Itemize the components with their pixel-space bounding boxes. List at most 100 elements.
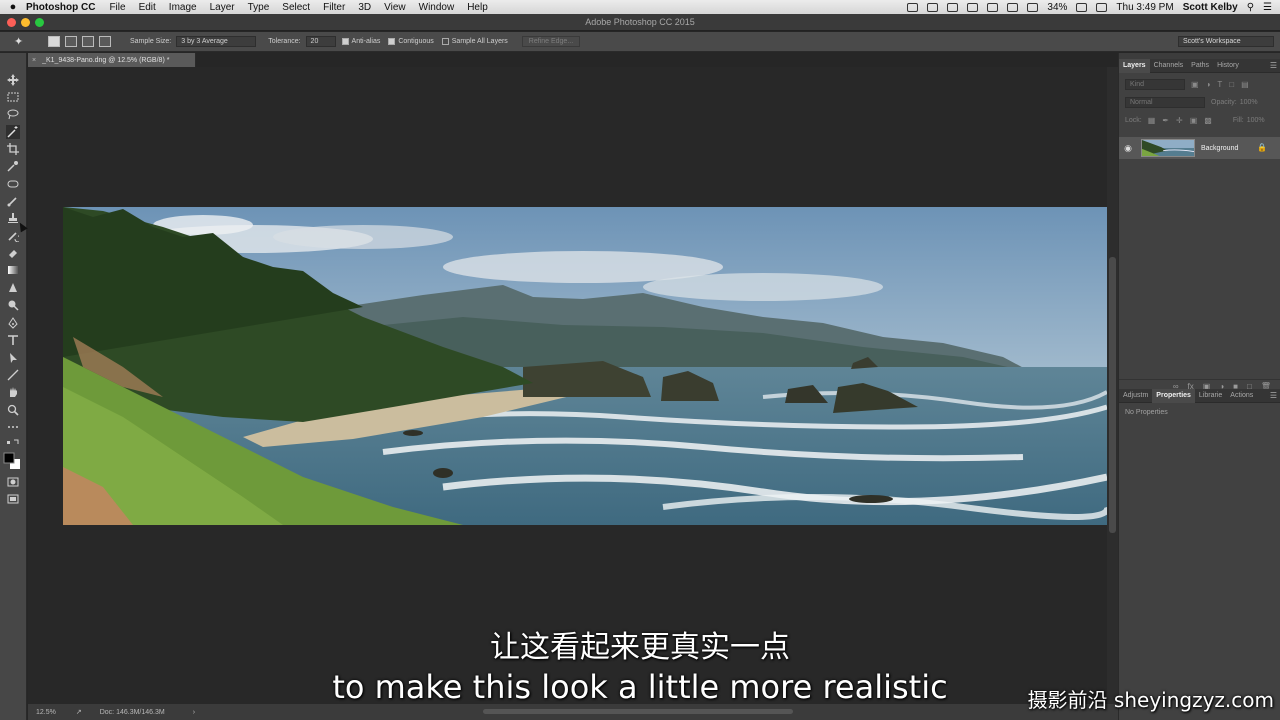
fill-value[interactable]: 100% <box>1247 117 1265 124</box>
sample-size-dropdown[interactable]: 3 by 3 Average <box>176 36 257 47</box>
move-tool-icon[interactable] <box>6 73 20 87</box>
menu-edit[interactable]: Edit <box>139 2 156 13</box>
filter-pixel-icon[interactable]: ▣ <box>1191 80 1199 89</box>
filter-kind-dropdown[interactable]: Kind <box>1125 78 1185 90</box>
doc-size[interactable]: Doc: 146.3M/146.3M <box>100 709 165 716</box>
line-tool-icon[interactable] <box>6 368 20 382</box>
document-tab[interactable]: × _K1_9438-Pano.dng @ 12.5% (RGB/8) * <box>28 53 196 67</box>
menu-filter[interactable]: Filter <box>323 2 345 13</box>
menu-image[interactable]: Image <box>169 2 197 13</box>
app-menu[interactable]: Photoshop CC <box>26 2 95 13</box>
layer-name[interactable]: Background <box>1201 145 1238 152</box>
layer-row-background[interactable]: ◉ Background 🔒 <box>1119 137 1280 159</box>
tab-layers[interactable]: Layers <box>1119 58 1150 73</box>
properties-menu-icon[interactable]: ☰ <box>1270 391 1277 400</box>
menu-window[interactable]: Window <box>419 2 455 13</box>
apple-icon[interactable]: ● <box>0 1 26 13</box>
new-selection-button[interactable] <box>48 36 60 47</box>
share-icon[interactable]: ↗ <box>76 708 82 716</box>
sample-all-layers-checkbox[interactable] <box>441 38 449 45</box>
document-canvas[interactable] <box>28 67 1107 704</box>
horizontal-scroll-thumb[interactable] <box>483 709 793 714</box>
foreground-background-color-icon[interactable] <box>3 452 21 470</box>
magic-wand-tool-icon[interactable] <box>6 125 20 139</box>
marquee-tool-icon[interactable] <box>6 90 20 104</box>
pen-tool-icon[interactable] <box>6 316 20 330</box>
eyedropper-tool-icon[interactable] <box>6 159 20 173</box>
swap-colors-icon[interactable] <box>6 437 20 451</box>
workspace-dropdown[interactable]: Scott's Workspace <box>1178 36 1274 47</box>
battery-percent[interactable]: 34% <box>1047 2 1067 13</box>
add-selection-button[interactable] <box>65 36 77 47</box>
list-icon[interactable]: ☰ <box>1263 2 1272 13</box>
time-machine-icon[interactable] <box>987 2 999 12</box>
lock-transparent-icon[interactable]: ▦ <box>1148 116 1156 125</box>
canvas-vertical-scrollbar[interactable] <box>1107 67 1118 704</box>
tab-adjustments[interactable]: Adjustm <box>1119 389 1152 403</box>
filter-adjustment-icon[interactable]: ◑ <box>1206 80 1211 89</box>
dropbox-icon[interactable] <box>947 2 959 12</box>
subtract-selection-button[interactable] <box>82 36 94 47</box>
intersect-selection-button[interactable] <box>99 36 111 47</box>
zoom-level[interactable]: 12.5% <box>36 709 56 716</box>
menu-clock[interactable]: Thu 3:49 PM <box>1116 2 1173 13</box>
panorama-image[interactable] <box>63 207 1107 525</box>
panel-menu-icon[interactable]: ☰ <box>1270 61 1277 70</box>
screen-mode-icon[interactable] <box>6 492 20 506</box>
brush-tool-icon[interactable] <box>6 194 20 208</box>
menu-view[interactable]: View <box>384 2 406 13</box>
anti-alias-checkbox[interactable] <box>341 38 349 45</box>
zoom-tool-icon[interactable] <box>6 403 20 417</box>
user-name[interactable]: Scott Kelby <box>1183 2 1238 13</box>
close-document-icon[interactable]: × <box>32 57 36 64</box>
contiguous-checkbox[interactable] <box>388 38 396 45</box>
menu-layer[interactable]: Layer <box>210 2 235 13</box>
tab-paths[interactable]: Paths <box>1187 59 1213 73</box>
refine-edge-button[interactable]: Refine Edge... <box>521 36 581 47</box>
eye-icon[interactable]: ◉ <box>1119 143 1137 154</box>
wifi-icon[interactable] <box>1027 2 1039 12</box>
vertical-scroll-thumb[interactable] <box>1109 257 1116 533</box>
search-icon[interactable]: ⚲ <box>1247 2 1254 13</box>
lock-position-icon[interactable]: ✛ <box>1176 116 1183 125</box>
filter-shape-icon[interactable]: □ <box>1229 80 1234 89</box>
opacity-value[interactable]: 100% <box>1240 99 1258 106</box>
bluetooth-icon[interactable] <box>1007 2 1019 12</box>
eraser-tool-icon[interactable] <box>6 246 20 260</box>
display-icon[interactable] <box>967 2 979 12</box>
quick-mask-icon[interactable] <box>6 475 20 489</box>
tolerance-input[interactable]: 20 <box>305 36 336 47</box>
status-menu-arrow-icon[interactable]: › <box>193 709 195 716</box>
lasso-tool-icon[interactable] <box>6 107 20 121</box>
healing-brush-tool-icon[interactable] <box>6 177 20 191</box>
camera-icon[interactable] <box>907 2 919 12</box>
crop-tool-icon[interactable] <box>6 142 20 156</box>
lock-all-icon[interactable]: ▩ <box>1204 116 1212 125</box>
more-tools-icon[interactable] <box>6 420 20 434</box>
tab-history[interactable]: History <box>1213 59 1243 73</box>
lock-image-icon[interactable]: ✒ <box>1162 116 1169 125</box>
filter-smart-object-icon[interactable]: ▤ <box>1241 80 1249 89</box>
battery-icon[interactable] <box>1076 2 1088 12</box>
menu-help[interactable]: Help <box>467 2 488 13</box>
blend-mode-dropdown[interactable]: Normal <box>1125 96 1205 108</box>
lock-artboard-icon[interactable]: ▣ <box>1190 116 1198 125</box>
blur-tool-icon[interactable] <box>6 281 20 295</box>
tab-actions[interactable]: Actions <box>1226 389 1257 403</box>
type-tool-icon[interactable] <box>6 333 20 347</box>
hand-tool-icon[interactable] <box>6 385 20 399</box>
tab-properties[interactable]: Properties <box>1152 388 1195 403</box>
path-selection-tool-icon[interactable] <box>6 351 20 365</box>
info-icon[interactable] <box>927 2 939 12</box>
menu-type[interactable]: Type <box>248 2 270 13</box>
menu-select[interactable]: Select <box>282 2 310 13</box>
dodge-tool-icon[interactable] <box>6 298 20 312</box>
history-brush-tool-icon[interactable] <box>6 229 20 243</box>
magic-wand-icon[interactable]: ✦ <box>0 35 36 48</box>
menu-file[interactable]: File <box>109 2 125 13</box>
menu-3d[interactable]: 3D <box>358 2 371 13</box>
volume-icon[interactable] <box>1096 2 1108 12</box>
filter-type-icon[interactable]: T <box>1217 80 1222 89</box>
gradient-tool-icon[interactable] <box>6 263 20 277</box>
tab-libraries[interactable]: Librarie <box>1195 389 1226 403</box>
